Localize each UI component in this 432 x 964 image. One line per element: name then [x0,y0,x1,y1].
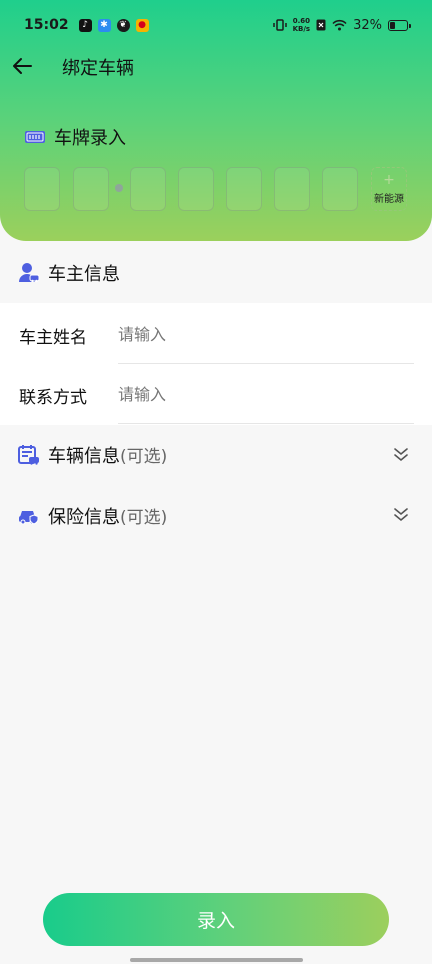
plate-section-header: 车牌录入 [24,124,126,150]
page-title: 绑定车辆 [62,58,134,79]
status-time: 15:02 [24,17,69,33]
network-speed-value: 0.60 [292,17,310,25]
owner-section-title: 车主信息 [48,264,120,285]
battery-icon [388,19,411,31]
person-icon [19,263,40,283]
plate-char-2[interactable] [73,167,109,211]
double-chevron-down-icon [394,448,408,462]
owner-contact-label: 联系方式 [19,388,87,408]
vehicle-section-header[interactable]: 车辆信息(可选) [18,442,167,468]
plus-icon: + [383,171,395,188]
status-right: 0.60 KB/s 32% [272,17,411,33]
wifi-icon [332,19,347,31]
battery-percent: 32% [353,17,382,33]
insurance-expand-toggle[interactable] [392,505,410,523]
plate-char-5[interactable] [226,167,262,211]
insurance-section-title: 保险信息 [48,507,120,528]
owner-name-row: 车主姓名 [0,304,432,364]
sim-x-icon [316,19,326,31]
battery-fill [390,21,396,29]
status-bar: 15:02 ♪ ✱ ❦ ● 0.60 KB/s 32% [0,0,432,50]
arrow-left-icon [13,58,32,74]
plate-separator-dot [115,184,123,192]
leaf-app-icon: ❦ [116,18,130,32]
vibrate-icon [272,19,287,31]
nav-bar: 绑定车辆 [0,46,432,86]
home-indicator[interactable] [130,958,303,962]
divider [118,423,414,424]
plate-char-7[interactable] [322,167,358,211]
network-speed-unit: KB/s [292,25,311,33]
plate-section-title: 车牌录入 [54,128,126,149]
insurance-section-header[interactable]: 保险信息(可选) [18,503,167,529]
license-plate-icon [25,131,45,143]
owner-contact-row: 联系方式 [0,364,432,424]
new-energy-plate-button[interactable]: + 新能源 [371,167,407,211]
vehicle-section-title: 车辆信息 [48,446,120,467]
plate-char-6[interactable] [274,167,310,211]
owner-name-label: 车主姓名 [19,328,87,348]
tiktok-app-icon: ♪ [78,18,92,32]
network-speed: 0.60 KB/s [293,17,310,33]
owner-name-input[interactable] [118,316,414,352]
submit-button[interactable]: 录入 [43,893,389,946]
vehicle-expand-toggle[interactable] [392,445,410,463]
status-left: 15:02 ♪ ✱ ❦ ● [24,17,149,33]
weibo-app-icon: ● [135,18,149,32]
car-insurance-icon [19,511,39,525]
vehicle-optional-tag: (可选) [120,447,168,467]
new-energy-label: 新能源 [374,193,404,205]
vehicle-calendar-icon [18,445,39,465]
owner-section-header: 车主信息 [18,260,120,286]
plate-char-1[interactable] [24,167,60,211]
back-button[interactable] [8,52,36,80]
plate-char-4[interactable] [178,167,214,211]
double-chevron-down-icon [394,508,408,522]
plate-char-3[interactable] [130,167,166,211]
owner-contact-input[interactable] [118,376,414,412]
app-notification-icon: ✱ [97,18,111,32]
insurance-optional-tag: (可选) [120,508,168,528]
owner-form: 车主姓名 联系方式 [0,303,432,425]
